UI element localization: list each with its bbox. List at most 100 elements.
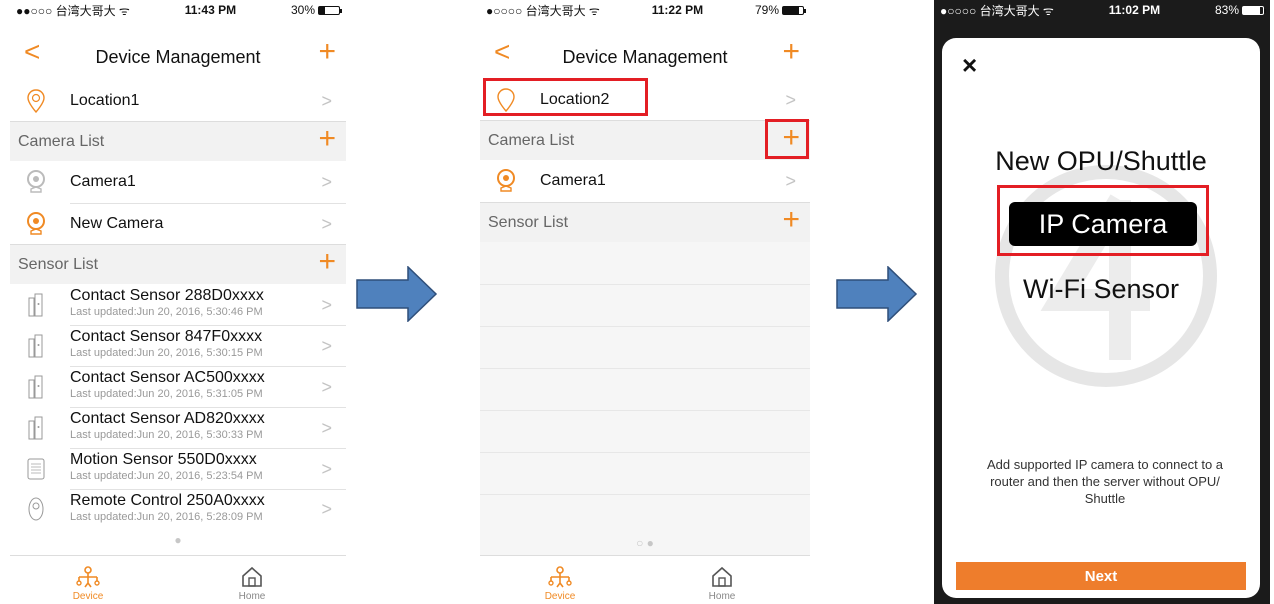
- status-time: 11:02 PM: [1108, 3, 1161, 17]
- chevron-right-icon: >: [321, 335, 332, 356]
- camera-label: Camera1: [70, 173, 136, 190]
- tab-home[interactable]: Home: [692, 563, 752, 602]
- sensor-updated: Last updated:Jun 20, 2016, 5:31:05 PM: [70, 388, 263, 400]
- tab-home[interactable]: Home: [222, 563, 282, 602]
- chevron-right-icon: >: [321, 90, 332, 111]
- tab-device[interactable]: Device: [530, 563, 590, 602]
- sensor-list-header: Sensor List +: [10, 244, 346, 284]
- battery-indicator: 79%: [754, 3, 806, 17]
- flow-arrow-icon: [356, 266, 438, 322]
- sensor-name: Motion Sensor 550D0xxxx: [70, 451, 257, 468]
- row-divider: [480, 452, 810, 453]
- sensor-list-header: Sensor List +: [480, 202, 810, 242]
- ip-camera-highlight: [997, 185, 1209, 256]
- chevron-right-icon: >: [785, 89, 796, 110]
- sensor-row[interactable]: Contact Sensor 847F0xxxx Last updated:Ju…: [10, 326, 346, 366]
- location-highlight: [483, 78, 648, 116]
- add-sensor-button[interactable]: +: [782, 205, 800, 235]
- status-bar: ●●○○○ 台湾大哥大 ᯤ 11:43 PM 30%: [10, 0, 346, 20]
- tab-home-label: Home: [238, 591, 266, 602]
- location-pin-icon: [24, 88, 48, 114]
- sensor-name: Contact Sensor 847F0xxxx: [70, 328, 263, 345]
- sensor-updated: Last updated:Jun 20, 2016, 5:23:54 PM: [70, 470, 263, 482]
- chevron-right-icon: >: [785, 170, 796, 191]
- camera-icon: [24, 169, 48, 195]
- battery-percent: 83%: [1214, 3, 1239, 17]
- location-row[interactable]: Location1 >: [10, 80, 346, 122]
- battery-indicator: 83%: [1214, 3, 1266, 17]
- battery-icon: [1242, 5, 1266, 15]
- camera-list-header: Camera List +: [480, 120, 810, 160]
- sensor-row[interactable]: Remote Control 250A0xxxx Last updated:Ju…: [10, 490, 346, 528]
- contact-sensor-icon: [24, 374, 48, 400]
- nav-bar: < Device Management +: [10, 34, 346, 81]
- sensor-updated: Last updated:Jun 20, 2016, 5:30:15 PM: [70, 347, 263, 359]
- tab-bar: Device Home: [10, 555, 346, 604]
- sensor-updated: Last updated:Jun 20, 2016, 5:30:46 PM: [70, 306, 263, 318]
- page-title: Device Management: [562, 46, 728, 67]
- chevron-right-icon: >: [321, 498, 332, 519]
- camera-label: Camera1: [540, 172, 606, 189]
- battery-icon: [318, 5, 342, 15]
- back-button[interactable]: <: [494, 38, 510, 66]
- row-divider: [480, 326, 810, 327]
- next-button[interactable]: Next: [956, 562, 1246, 590]
- add-sensor-button[interactable]: +: [318, 247, 336, 277]
- option-wifi-sensor[interactable]: Wi-Fi Sensor: [942, 274, 1260, 305]
- screen-device-management-2: ●○○○○ 台湾大哥大 ᯤ 11:22 PM 79% < Device Mana…: [480, 0, 810, 604]
- carrier-label: ●●○○○ 台湾大哥大 ᯤ: [16, 3, 130, 18]
- battery-indicator: 30%: [290, 3, 342, 17]
- camera-row[interactable]: New Camera >: [10, 204, 346, 244]
- page-title: Device Management: [95, 46, 261, 67]
- status-bar: ●○○○○ 台湾大哥大 ᯤ 11:22 PM 79%: [480, 0, 810, 20]
- sensor-list-title: Sensor List: [18, 255, 99, 273]
- chevron-right-icon: >: [321, 213, 332, 234]
- camera-icon: [24, 211, 48, 237]
- nav-bar: < Device Management +: [480, 34, 810, 81]
- sensor-name: Contact Sensor AC500xxxx: [70, 369, 265, 386]
- close-button[interactable]: ×: [962, 50, 977, 81]
- sensor-list-title: Sensor List: [488, 213, 569, 231]
- option-new-opu-shuttle[interactable]: New OPU/Shuttle: [942, 146, 1260, 177]
- camera-list-header: Camera List +: [10, 121, 346, 161]
- sensor-updated: Last updated:Jun 20, 2016, 5:28:09 PM: [70, 511, 263, 523]
- row-divider: [480, 410, 810, 411]
- sensor-row[interactable]: Contact Sensor 288D0xxxx Last updated:Ju…: [10, 285, 346, 325]
- sensor-row[interactable]: Contact Sensor AC500xxxx Last updated:Ju…: [10, 367, 346, 407]
- add-device-dialog: × New OPU/Shuttle IP Camera Wi-Fi Sensor…: [942, 38, 1260, 598]
- chevron-right-icon: >: [321, 294, 332, 315]
- row-divider: [480, 284, 810, 285]
- sensor-row[interactable]: Contact Sensor AD820xxxx Last updated:Ju…: [10, 408, 346, 448]
- tab-home-label: Home: [708, 591, 736, 602]
- home-icon: [222, 563, 282, 591]
- remote-control-icon: [24, 496, 48, 522]
- back-button[interactable]: <: [24, 38, 40, 66]
- tab-device-label: Device: [72, 591, 104, 602]
- page-indicator: ○ ●: [636, 536, 654, 550]
- status-time: 11:22 PM: [651, 3, 704, 17]
- flow-arrow-icon: [836, 266, 918, 322]
- tab-device[interactable]: Device: [58, 563, 118, 602]
- carrier-label: ●○○○○ 台湾大哥大 ᯤ: [940, 3, 1054, 18]
- camera-list-title: Camera List: [18, 132, 105, 150]
- row-divider: [480, 368, 810, 369]
- battery-percent: 79%: [754, 3, 779, 17]
- add-button[interactable]: +: [782, 37, 800, 67]
- add-button[interactable]: +: [318, 37, 336, 67]
- camera-row[interactable]: Camera1 >: [480, 160, 810, 202]
- carrier-label: ●○○○○ 台湾大哥大 ᯤ: [486, 3, 600, 18]
- option-description: Add supported IP camera to connect to a …: [986, 457, 1224, 506]
- contact-sensor-icon: [24, 333, 48, 359]
- chevron-right-icon: >: [321, 458, 332, 479]
- sensor-name: Contact Sensor AD820xxxx: [70, 410, 265, 427]
- add-camera-highlight: [765, 119, 809, 159]
- sensor-name: Remote Control 250A0xxxx: [70, 492, 265, 509]
- battery-icon: [782, 5, 806, 15]
- camera-row[interactable]: Camera1 >: [10, 161, 346, 203]
- sensor-row[interactable]: Motion Sensor 550D0xxxx Last updated:Jun…: [10, 449, 346, 489]
- tab-bar: Device Home: [480, 555, 810, 604]
- screen-device-management-1: ●●○○○ 台湾大哥大 ᯤ 11:43 PM 30% < Device Mana…: [10, 0, 346, 604]
- device-tree-icon: [530, 563, 590, 591]
- add-camera-button[interactable]: +: [318, 124, 336, 154]
- battery-percent: 30%: [290, 3, 315, 17]
